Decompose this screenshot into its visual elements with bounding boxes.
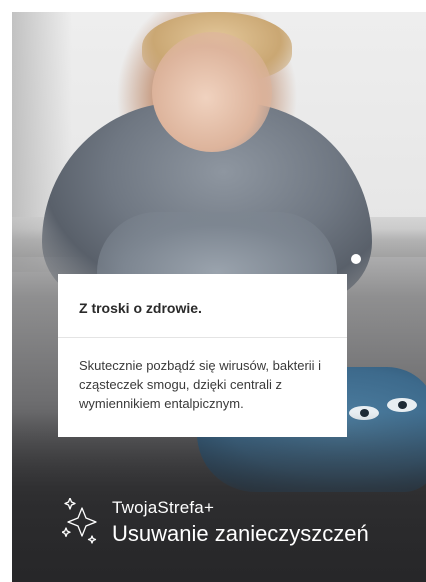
info-title: Z troski o zdrowie.	[79, 300, 202, 316]
brand-headline: Usuwanie zanieczyszczeń	[112, 521, 369, 546]
hotspot-marker[interactable]	[351, 254, 361, 264]
info-description: Skutecznie pozbądź się wirusów, bakterii…	[79, 358, 322, 411]
toy-eye	[387, 398, 417, 412]
sparkle-icon	[62, 498, 97, 544]
divider	[58, 337, 347, 338]
brand-name: TwojaStrefa+	[112, 498, 215, 517]
info-popup: Z troski o zdrowie. Skutecznie pozbądź s…	[58, 274, 347, 437]
promo-card[interactable]: Z troski o zdrowie. Skutecznie pozbądź s…	[12, 12, 426, 582]
brand-block: TwojaStrefa+ Usuwanie zanieczyszczeń	[62, 498, 369, 548]
